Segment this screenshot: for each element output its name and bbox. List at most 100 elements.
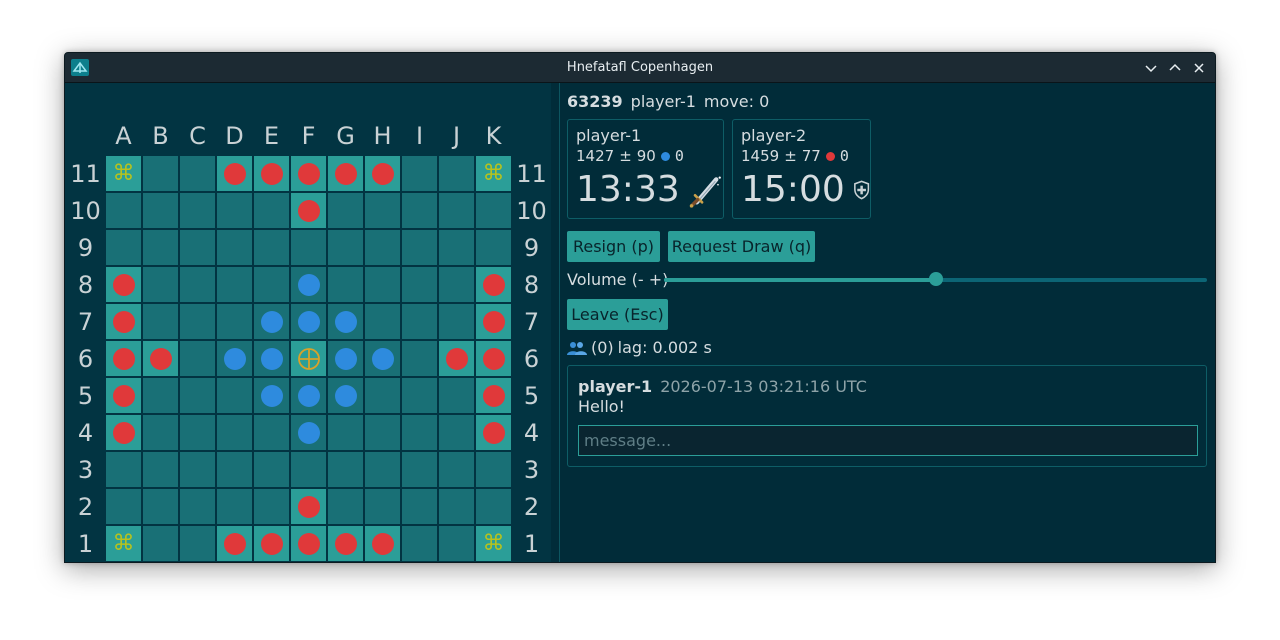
defender-piece[interactable] [334, 347, 357, 370]
board-cell-H10[interactable] [365, 193, 400, 228]
board-cell-K5[interactable] [476, 378, 511, 413]
board-cell-F9[interactable] [291, 230, 326, 265]
board-cell-K1[interactable]: ⌘ [476, 526, 511, 561]
board-cell-B5[interactable] [143, 378, 178, 413]
board-cell-D5[interactable] [217, 378, 252, 413]
board-cell-J8[interactable] [439, 267, 474, 302]
board-cell-F8[interactable] [291, 267, 326, 302]
board-cell-E7[interactable] [254, 304, 289, 339]
board-cell-H8[interactable] [365, 267, 400, 302]
board-cell-F2[interactable] [291, 489, 326, 524]
attacker-piece[interactable] [260, 532, 283, 555]
board-cell-D3[interactable] [217, 452, 252, 487]
game-board[interactable]: ⌘ ⌘ ⌘ ⌘ [106, 156, 512, 562]
board-cell-I6[interactable] [402, 341, 437, 376]
board-cell-D4[interactable] [217, 415, 252, 450]
board-cell-E11[interactable] [254, 156, 289, 191]
board-cell-D10[interactable] [217, 193, 252, 228]
board-cell-C10[interactable] [180, 193, 215, 228]
volume-slider[interactable] [664, 272, 1207, 286]
board-cell-E2[interactable] [254, 489, 289, 524]
board-cell-H2[interactable] [365, 489, 400, 524]
board-cell-H7[interactable] [365, 304, 400, 339]
attacker-piece[interactable] [112, 347, 135, 370]
board-cell-I4[interactable] [402, 415, 437, 450]
board-cell-K2[interactable] [476, 489, 511, 524]
board-cell-B8[interactable] [143, 267, 178, 302]
board-cell-I1[interactable] [402, 526, 437, 561]
board-cell-E1[interactable] [254, 526, 289, 561]
defender-piece[interactable] [297, 310, 320, 333]
attacker-piece[interactable] [112, 384, 135, 407]
board-cell-C6[interactable] [180, 341, 215, 376]
attacker-piece[interactable] [482, 384, 505, 407]
board-cell-B9[interactable] [143, 230, 178, 265]
defender-piece[interactable] [223, 347, 246, 370]
board-cell-A5[interactable] [106, 378, 141, 413]
board-cell-K6[interactable] [476, 341, 511, 376]
defender-piece[interactable] [260, 310, 283, 333]
board-cell-J10[interactable] [439, 193, 474, 228]
board-cell-C4[interactable] [180, 415, 215, 450]
board-cell-C7[interactable] [180, 304, 215, 339]
attacker-piece[interactable] [260, 162, 283, 185]
board-cell-J5[interactable] [439, 378, 474, 413]
attacker-piece[interactable] [223, 162, 246, 185]
board-cell-K3[interactable] [476, 452, 511, 487]
board-cell-F11[interactable] [291, 156, 326, 191]
defender-piece[interactable] [297, 421, 320, 444]
board-cell-I2[interactable] [402, 489, 437, 524]
board-cell-A11[interactable]: ⌘ [106, 156, 141, 191]
attacker-piece[interactable] [112, 273, 135, 296]
board-cell-G5[interactable] [328, 378, 363, 413]
defender-piece[interactable] [297, 273, 320, 296]
board-cell-J4[interactable] [439, 415, 474, 450]
board-cell-F7[interactable] [291, 304, 326, 339]
board-cell-K4[interactable] [476, 415, 511, 450]
leave-button[interactable]: Leave (Esc) [567, 299, 668, 330]
board-cell-J9[interactable] [439, 230, 474, 265]
board-cell-I9[interactable] [402, 230, 437, 265]
board-cell-D2[interactable] [217, 489, 252, 524]
board-cell-F10[interactable] [291, 193, 326, 228]
board-cell-A7[interactable] [106, 304, 141, 339]
defender-piece[interactable] [297, 384, 320, 407]
board-cell-C2[interactable] [180, 489, 215, 524]
board-cell-C3[interactable] [180, 452, 215, 487]
attacker-piece[interactable] [445, 347, 468, 370]
board-cell-J11[interactable] [439, 156, 474, 191]
attacker-piece[interactable] [482, 310, 505, 333]
attacker-piece[interactable] [482, 421, 505, 444]
attacker-piece[interactable] [297, 495, 320, 518]
board-cell-B3[interactable] [143, 452, 178, 487]
attacker-piece[interactable] [371, 532, 394, 555]
board-cell-A9[interactable] [106, 230, 141, 265]
board-cell-A8[interactable] [106, 267, 141, 302]
board-cell-I10[interactable] [402, 193, 437, 228]
board-cell-B1[interactable] [143, 526, 178, 561]
attacker-piece[interactable] [297, 199, 320, 222]
board-cell-A6[interactable] [106, 341, 141, 376]
attacker-piece[interactable] [297, 162, 320, 185]
king-piece[interactable] [297, 347, 321, 371]
board-cell-K7[interactable] [476, 304, 511, 339]
board-cell-I8[interactable] [402, 267, 437, 302]
board-cell-C9[interactable] [180, 230, 215, 265]
board-cell-D8[interactable] [217, 267, 252, 302]
board-cell-J3[interactable] [439, 452, 474, 487]
board-cell-H5[interactable] [365, 378, 400, 413]
board-cell-E8[interactable] [254, 267, 289, 302]
board-cell-C8[interactable] [180, 267, 215, 302]
board-cell-F1[interactable] [291, 526, 326, 561]
board-cell-J7[interactable] [439, 304, 474, 339]
pane-divider[interactable] [551, 83, 560, 562]
board-cell-D11[interactable] [217, 156, 252, 191]
board-cell-D6[interactable] [217, 341, 252, 376]
board-cell-K9[interactable] [476, 230, 511, 265]
board-cell-H6[interactable] [365, 341, 400, 376]
board-cell-G11[interactable] [328, 156, 363, 191]
board-cell-A4[interactable] [106, 415, 141, 450]
board-cell-I7[interactable] [402, 304, 437, 339]
board-cell-G4[interactable] [328, 415, 363, 450]
attacker-piece[interactable] [482, 347, 505, 370]
